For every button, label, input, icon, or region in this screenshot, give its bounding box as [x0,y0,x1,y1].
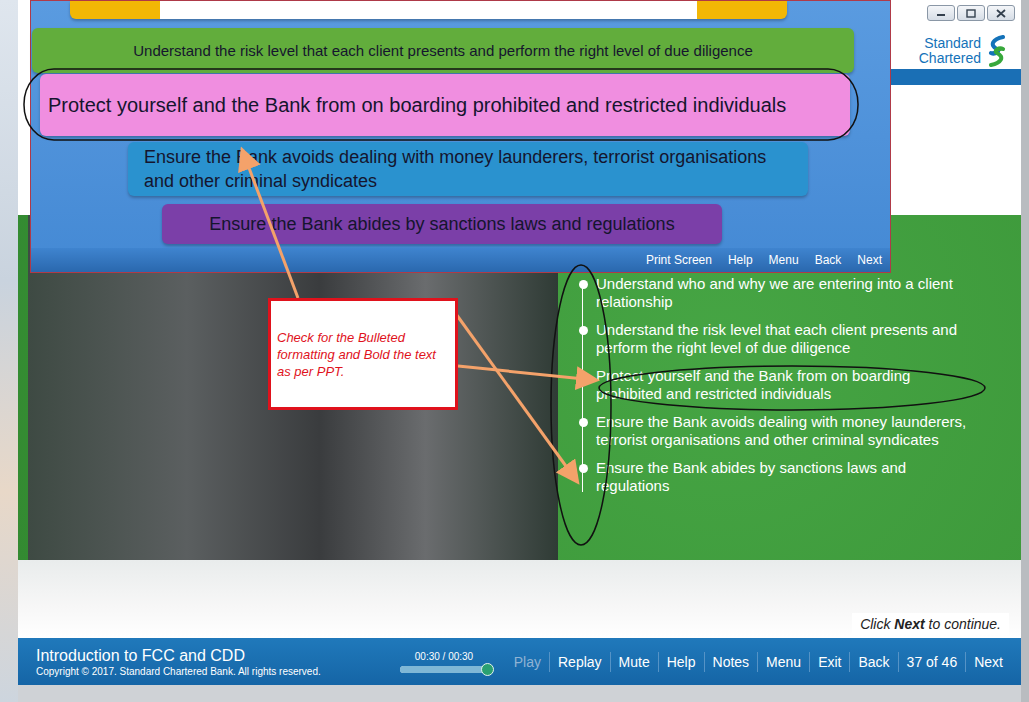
screen: StandardChartered Understand who and why … [0,0,1029,702]
maximize-icon [966,9,976,18]
slide-bar: Protect yourself and the Bank from on bo… [40,74,850,136]
progress-knob[interactable] [481,663,494,676]
copyright: Copyright © 2017. Standard Chartered Ban… [36,665,376,678]
control-button[interactable]: Back [849,652,897,672]
control-button[interactable]: Mute [610,652,658,672]
bullet-dot [575,367,591,381]
pasted-slide: Understand the risk level that each clie… [30,0,891,273]
annotation-ellipse [599,366,985,410]
time-readout: 00:30 / 00:30 [415,651,473,663]
bullet-text: Understand who and why we are entering i… [596,275,975,311]
slide-nav-item[interactable]: Print Screen [646,253,712,267]
control-button: Play [506,652,549,672]
slide-nav-item[interactable]: Help [728,253,753,267]
bank-logo: StandardChartered [919,35,1009,67]
slide-nav-item[interactable]: Menu [769,253,799,267]
progress-slider[interactable] [400,666,488,673]
bullet-text: Understand the risk level that each clie… [596,321,975,357]
control-button[interactable]: Help [658,652,704,672]
stage-floor: Click Next to continue. [18,560,1021,638]
review-note: Check for the Bulleted formatting and Bo… [268,298,458,410]
logo-text: StandardChartered [919,36,981,66]
course-title: Introduction to FCC and CDD [36,646,376,665]
annotation-arrow [458,366,594,380]
course-info: Introduction to FCC and CDDCopyright © 2… [36,646,376,678]
logo-line: Chartered [919,51,981,66]
maximize-button[interactable] [957,5,985,21]
control-button[interactable]: Next [965,652,1011,672]
window-border [1021,0,1029,702]
bullet-dot [575,321,591,335]
continue-hint: Click Next to continue. [852,613,1009,635]
bullet-item: Understand the risk level that each clie… [575,321,975,357]
annotation-arrow [243,152,298,298]
bullet-dot [575,275,591,289]
taskbar-gap [18,685,1021,702]
slide-bar: Ensure the Bank abides by sanctions laws… [162,204,722,244]
slide-nav: Print Screen Help Menu Back Next [31,248,890,272]
close-icon [996,9,1006,18]
progress-fill [400,666,488,673]
slide-nav-item[interactable]: Next [857,253,882,267]
logo-icon [985,35,1009,67]
slide-bar-inner [160,1,697,19]
slide-bar: Ensure the Bank avoids dealing with mone… [128,142,808,196]
bullet-item: Protect yourself and the Bank from on bo… [575,367,975,403]
bullet-text: Protect yourself and the Bank from on bo… [596,367,975,403]
bullet-item: Understand who and why we are entering i… [575,275,975,311]
desktop-strip [0,0,18,702]
bullet-dot [575,459,591,473]
annotation-ellipse [24,69,858,140]
header-stripe [891,69,1021,85]
bullet-item: Ensure the Bank abides by sanctions laws… [575,459,975,495]
window-controls [927,5,1015,21]
slide-bar: Understand the risk level that each clie… [32,28,854,73]
bullet-text: Ensure the Bank abides by sanctions laws… [596,459,975,495]
bullet-dot [575,413,591,427]
annotation-arrow [456,314,576,480]
page-counter: 37 of 46 [898,652,966,672]
timer: 00:30 / 00:30 [396,651,492,673]
slide-bar [70,1,787,19]
player-control-bar: Introduction to FCC and CDDCopyright © 2… [18,638,1021,685]
control-button[interactable]: Exit [809,652,849,672]
control-button[interactable]: Notes [704,652,758,672]
logo-line: Standard [924,36,981,51]
minimize-button[interactable] [927,5,955,21]
slide-nav-item[interactable]: Back [815,253,842,267]
bullet-text: Ensure the Bank avoids dealing with mone… [596,413,975,449]
control-button[interactable]: Menu [757,652,809,672]
control-button[interactable]: Replay [549,652,610,672]
bullet-item: Ensure the Bank avoids dealing with mone… [575,413,975,449]
player-controls: PlayReplayMuteHelpNotesMenuExitBack37 of… [506,652,1011,672]
annotation-ellipse [551,265,611,545]
minimize-icon [936,9,946,17]
close-button[interactable] [987,5,1015,21]
